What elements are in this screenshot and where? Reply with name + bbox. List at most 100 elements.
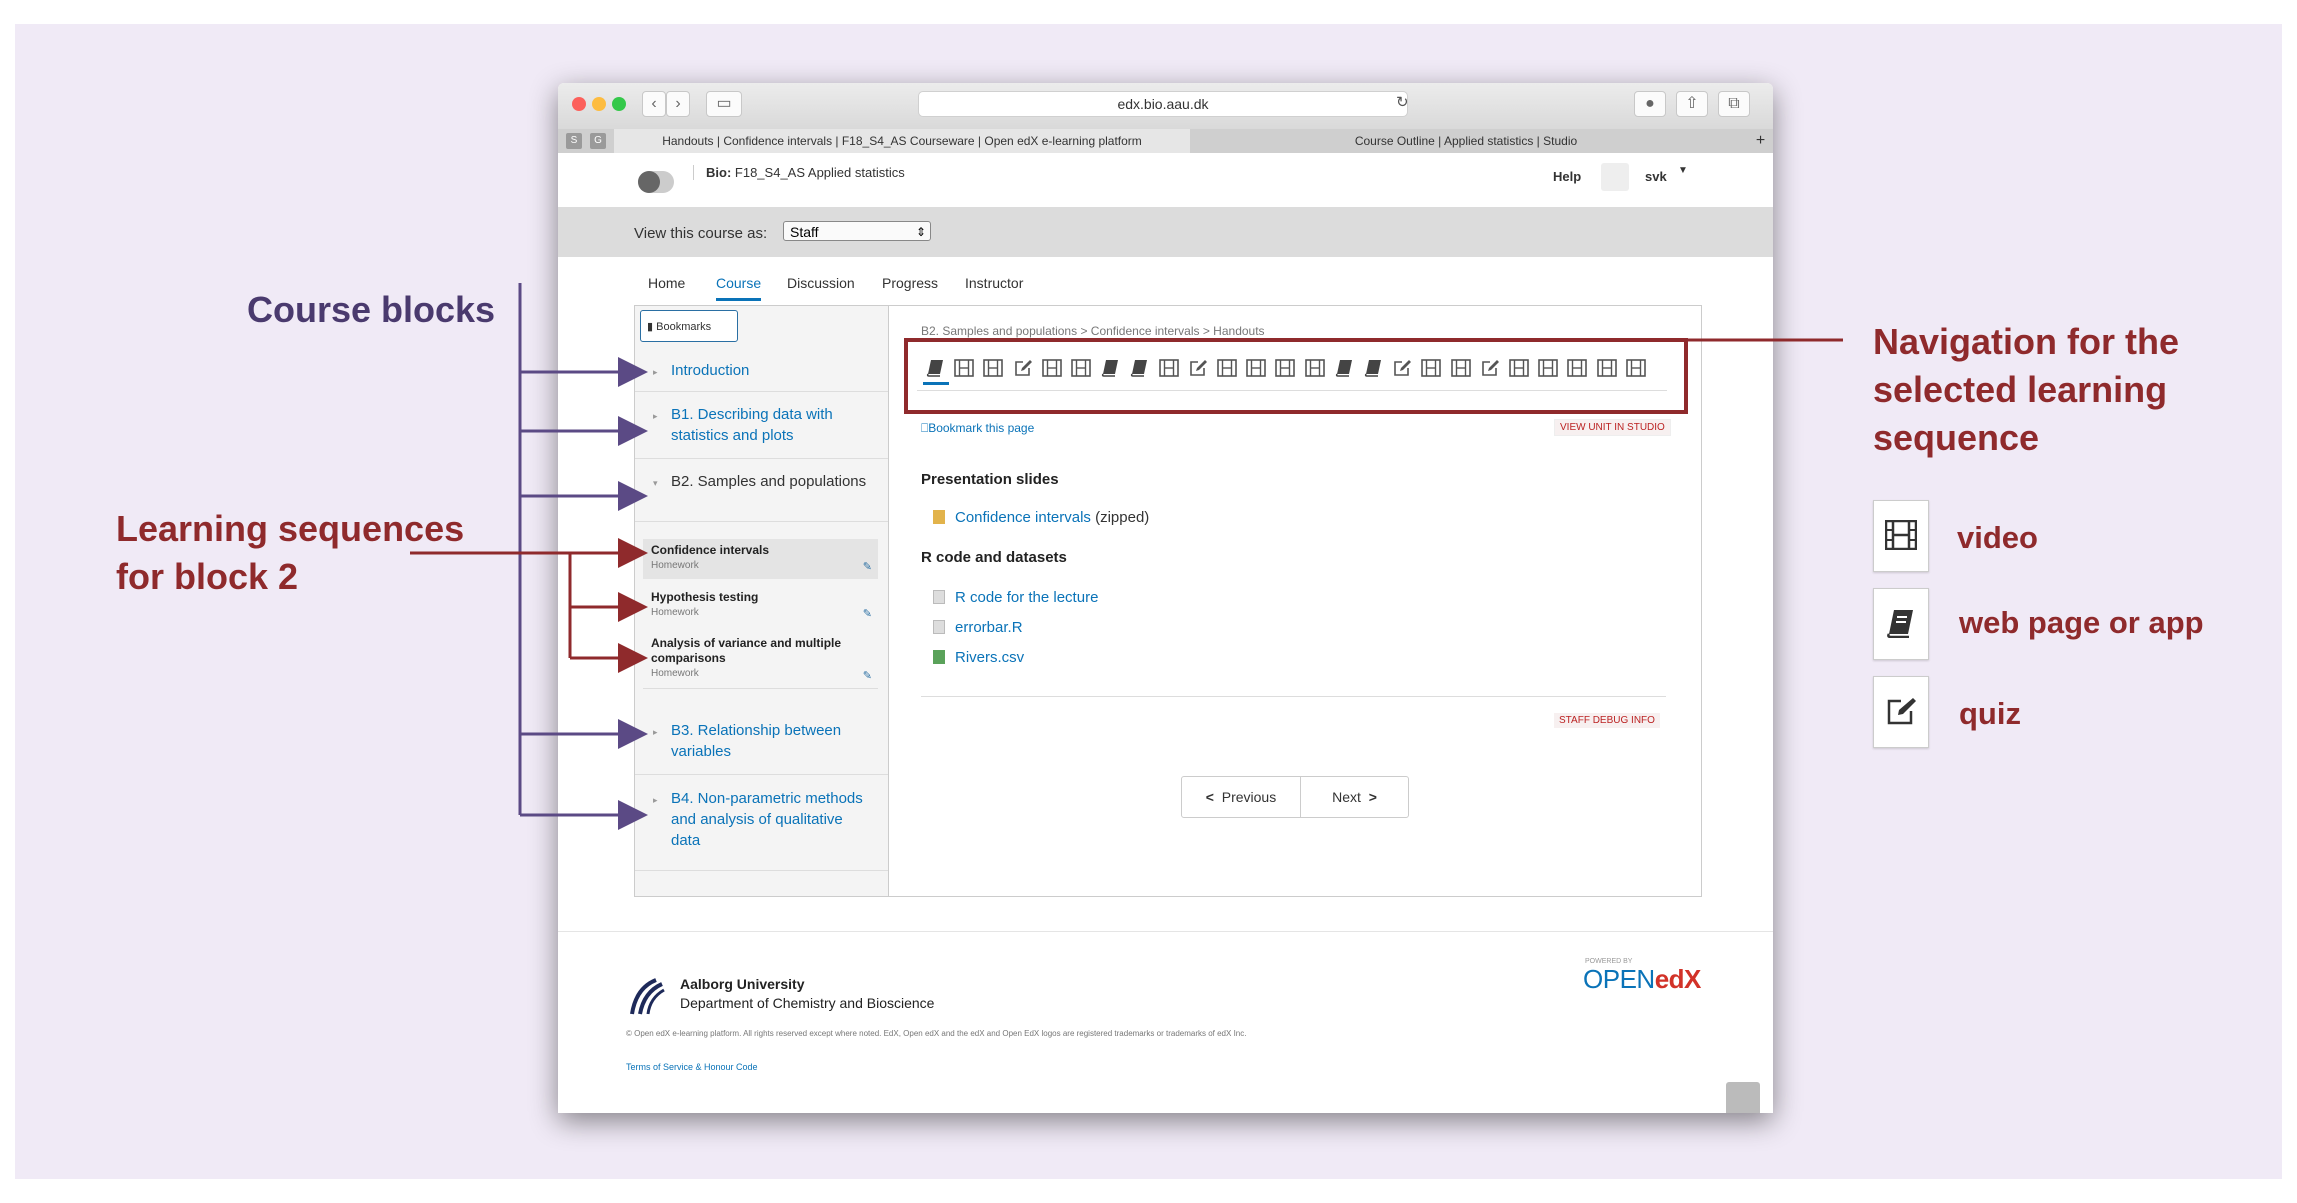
chevron-left-icon: < [1205,789,1214,805]
quiz-icon[interactable] [1392,358,1412,378]
presentation-link[interactable]: Confidence intervals [955,509,1091,526]
view-in-studio-button[interactable]: VIEW UNIT IN STUDIO [1554,419,1671,436]
video-icon[interactable] [1625,358,1646,378]
bookmark-page-label: Bookmark this page [928,421,1035,435]
university-name: Aalborg University [680,976,805,992]
sidebar-item-label: Introduction [671,362,750,379]
course-sidebar: ▮ Bookmarks ▸ Introduction ▸ B1. Describin… [635,306,889,896]
terms-link[interactable]: Terms of Service & Honour Code [626,1062,758,1072]
tab-progress[interactable]: Progress [882,275,938,291]
video-icon[interactable] [1450,358,1471,378]
sidebar-item-b1[interactable]: ▸ B1. Describing data with statistics and… [635,392,888,459]
username[interactable]: svk [1645,169,1667,184]
book-icon[interactable] [1100,358,1120,378]
avatar[interactable] [1601,163,1629,191]
zoom-window-button[interactable] [612,97,626,111]
view-as-select[interactable]: Staff [783,221,931,242]
previous-button[interactable]: < Previous [1182,777,1301,817]
bookmark-page-button[interactable]: ⎕Bookmark this page [921,421,1034,436]
video-icon[interactable] [1071,358,1091,378]
bookmarks-button[interactable]: ▮ Bookmarks [640,310,738,342]
sequence-item-hypothesis-testing[interactable]: Hypothesis testing Homework ✎ [643,586,878,626]
video-icon[interactable] [1509,358,1529,378]
aau-logo [630,978,665,1015]
quiz-icon[interactable] [1480,358,1500,378]
tab-discussion[interactable]: Discussion [787,275,855,291]
help-link[interactable]: Help [1553,169,1581,184]
forward-icon[interactable]: › [666,91,690,117]
video-icon[interactable] [1567,358,1588,378]
video-icon[interactable] [1596,358,1617,378]
sequence-navigation [917,344,1667,391]
video-icon[interactable] [1538,358,1558,378]
sequence-subtitle: Homework [651,560,699,571]
edit-icon: ✎ [862,561,872,573]
tab-home[interactable]: Home [648,275,685,291]
sequence-item-anova[interactable]: Analysis of variance and multiple compar… [643,632,878,689]
openedx-logo[interactable]: OPENedX [1583,964,1701,995]
previous-label: Previous [1221,789,1277,805]
video-icon[interactable] [983,358,1004,378]
book-icon[interactable] [923,358,949,385]
presentation-heading: Presentation slides [921,471,1059,488]
video-icon[interactable] [1217,358,1237,378]
quiz-icon[interactable] [1188,358,1208,378]
video-icon[interactable] [1041,358,1062,378]
pinned-tab-icon[interactable]: S [566,133,582,149]
copyright-text: © Open edX e-learning platform. All righ… [626,1029,1247,1038]
video-icon[interactable] [954,358,974,378]
reload-icon[interactable]: ↻ [1396,93,1409,111]
sidebar-toggle-icon[interactable]: ▭ [706,91,742,117]
staff-debug-button[interactable]: STAFF DEBUG INFO [1554,713,1660,728]
next-button[interactable]: Next > [1301,777,1408,817]
video-icon[interactable] [1246,358,1266,378]
chevron-right-icon: > [1368,789,1377,805]
site-logo[interactable] [638,171,674,193]
address-bar[interactable]: edx.bio.aau.dk [918,91,1408,117]
browser-tab-studio[interactable]: Course Outline | Applied statistics | St… [1190,129,1742,153]
video-icon[interactable] [1158,358,1179,378]
book-icon[interactable] [1363,358,1383,378]
sequence-title: Analysis of variance and multiple compar… [651,636,842,665]
book-icon[interactable] [1334,358,1354,378]
legend-quiz-label: quiz [1959,696,2021,731]
course-nav-tabs: Home Course Discussion Progress Instruct… [558,257,1773,303]
browser-tab-courseware[interactable]: Handouts | Confidence intervals | F18_S4… [614,129,1190,153]
file-link[interactable]: R code for the lecture [955,589,1098,606]
pinned-tab-icon[interactable]: G [590,133,606,149]
sidebar-item-b2[interactable]: ▾ B2. Samples and populations [635,459,888,522]
share-icon[interactable]: ⇧ [1676,91,1708,117]
video-icon[interactable] [1421,358,1442,378]
file-link[interactable]: Rivers.csv [955,649,1024,666]
downloads-icon[interactable]: ● [1634,91,1666,117]
minimize-window-button[interactable] [592,97,606,111]
sidebar-item-b4[interactable]: ▸ B4. Non-parametric methods and analysis… [635,776,888,871]
file-link[interactable]: errorbar.R [955,619,1023,636]
quiz-icon[interactable] [1013,358,1033,378]
navigation-annotation-line3: sequence [1873,417,2040,458]
book-icon[interactable] [1129,358,1149,378]
tab-course[interactable]: Course [716,275,762,301]
new-tab-button[interactable]: + [1748,129,1773,153]
breadcrumb[interactable]: B2. Samples and populations > Confidence… [921,324,1265,338]
file-item: errorbar.R [933,619,1023,636]
sequence-item-confidence-intervals[interactable]: Confidence intervals Homework ✎ [643,539,878,579]
unit-pager: < Previous Next > [1181,776,1409,818]
video-icon[interactable] [1304,358,1325,378]
chevron-right-icon: ▸ [653,727,658,737]
sidebar-item-introduction[interactable]: ▸ Introduction [635,348,888,392]
close-window-button[interactable] [572,97,586,111]
back-icon[interactable]: ‹ [642,91,666,117]
user-menu-caret-icon[interactable]: ▼ [1678,165,1688,176]
spreadsheet-file-icon [933,650,945,664]
unit-content: B2. Samples and populations > Confidence… [889,306,1701,896]
course-prefix: Bio: [706,165,732,180]
sidebar-item-b3[interactable]: ▸ B3. Relationship between variables [635,708,888,775]
video-icon [1885,520,1917,550]
tab-instructor[interactable]: Instructor [965,275,1023,291]
tabs-overview-icon[interactable]: ⧉ [1718,91,1750,117]
navigation-annotation-line1: Navigation for the [1873,321,2180,362]
calculator-icon[interactable] [1726,1082,1760,1113]
video-icon[interactable] [1275,358,1296,378]
sidebar-item-label: B1. Describing data with statistics and … [671,406,833,444]
